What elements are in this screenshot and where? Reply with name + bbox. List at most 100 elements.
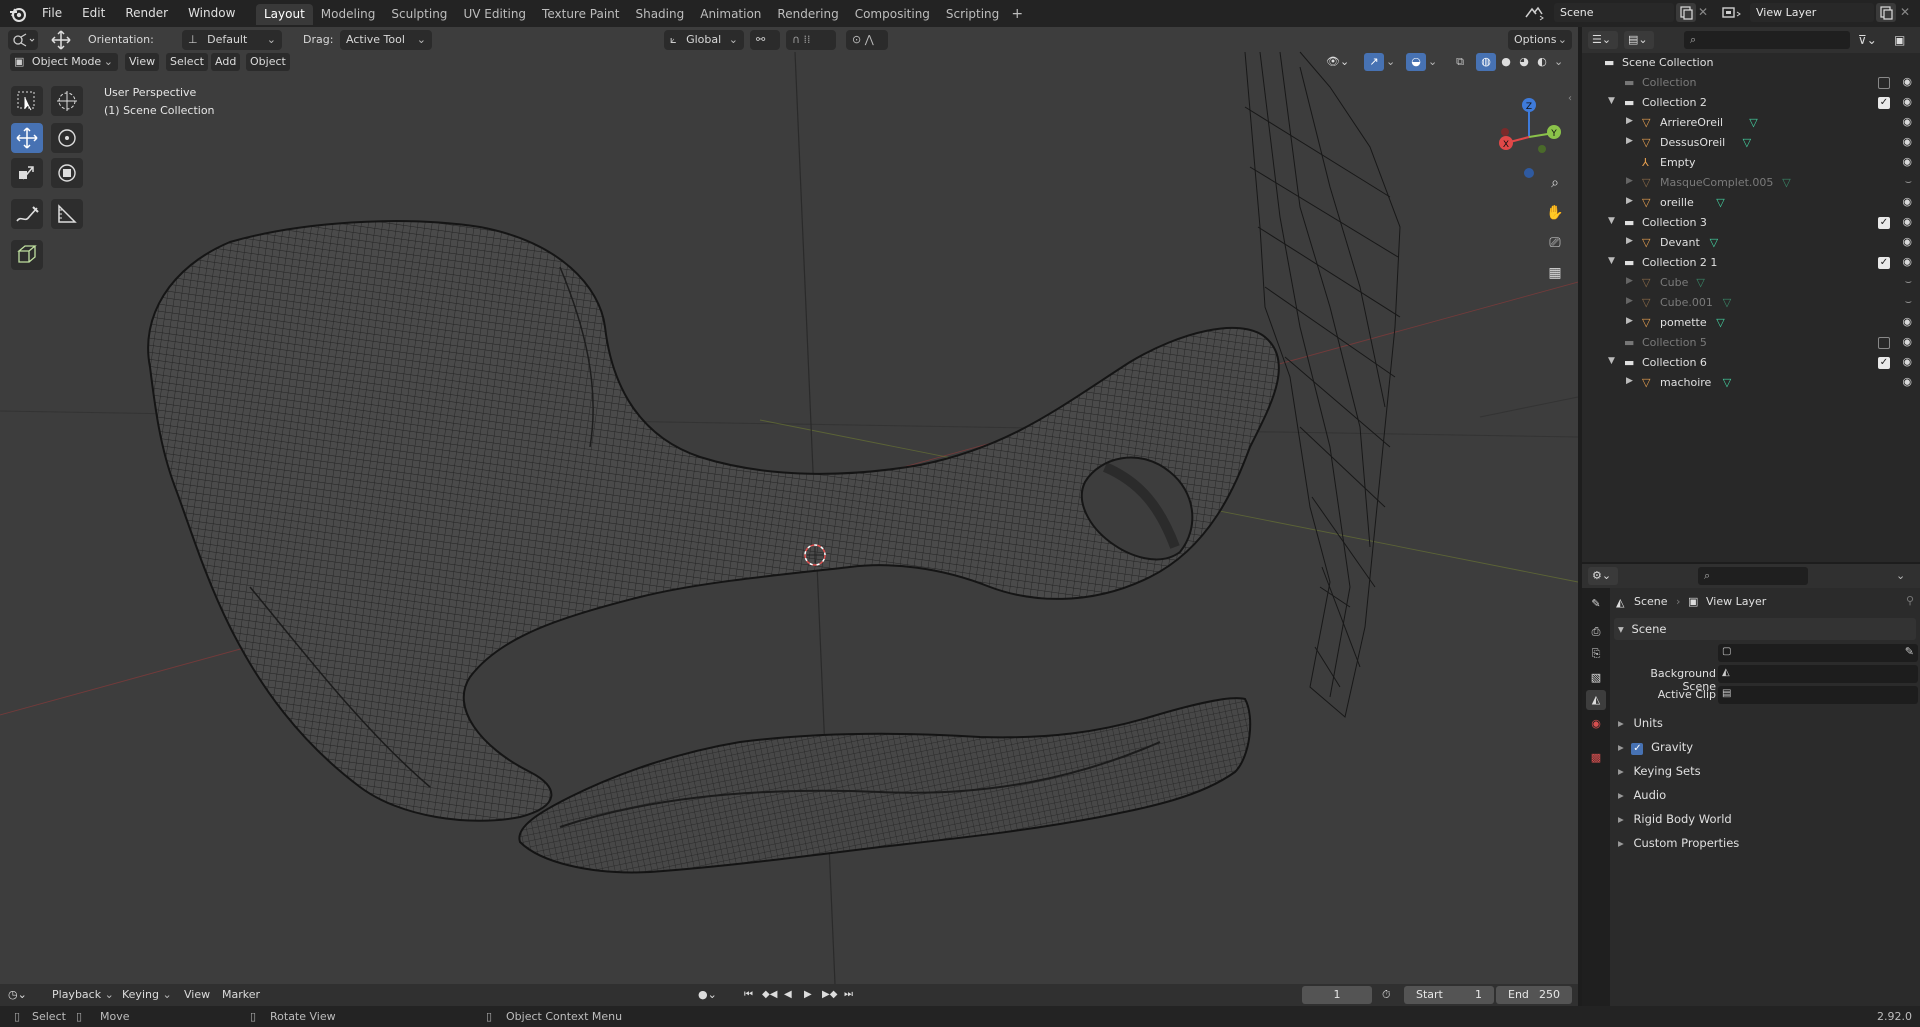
wireframe-shading-button[interactable]: ◍ — [1476, 53, 1496, 71]
view-layer-field[interactable]: View Layer — [1750, 3, 1874, 22]
outliner-row[interactable]: ▶ ▽ pomette ▽ ◉ — [1582, 313, 1920, 333]
playback-menu[interactable]: Playback ⌄ — [52, 984, 114, 1006]
tab-scripting[interactable]: Scripting — [938, 4, 1007, 25]
tab-texture-paint[interactable]: Texture Paint — [534, 4, 627, 25]
perspective-toggle-icon[interactable]: ▦ — [1542, 260, 1568, 286]
close-view-layer-icon[interactable]: ✕ — [1900, 6, 1912, 18]
collapse-arrow-icon[interactable]: ▶ — [1626, 136, 1633, 146]
camera-field[interactable]: ▢ ✎ — [1718, 644, 1918, 662]
options-dropdown[interactable]: Options ⌄ — [1508, 30, 1572, 50]
outliner-row[interactable]: ▼ ▬ Collection 2 1 ✓ ◉ — [1582, 253, 1920, 273]
record-button[interactable]: ●⌄ — [698, 987, 717, 1003]
view-layer-tab-icon[interactable]: ▧ — [1586, 668, 1606, 688]
outliner-row[interactable]: ▶ ▽ Devant ▽ ◉ — [1582, 233, 1920, 253]
new-view-layer-button[interactable] — [1876, 3, 1896, 22]
search-input[interactable]: ⌕ — [1684, 31, 1850, 49]
visibility-toggle-button[interactable]: 👁⌄ — [1326, 53, 1356, 71]
pan-hand-icon[interactable]: ✋ — [1542, 200, 1568, 226]
options-dropdown[interactable]: ⌄ — [1896, 567, 1914, 585]
select-menu[interactable]: Select — [166, 53, 208, 71]
drag-dropdown[interactable]: Active Tool ⌄ — [340, 30, 432, 50]
expand-arrow-icon[interactable]: ▼ — [1608, 256, 1615, 266]
editor-type-button[interactable]: ⚙⌄ — [1588, 567, 1618, 585]
menu-render[interactable]: Render — [115, 0, 178, 27]
gizmo-dropdown[interactable]: ⌄ — [1386, 53, 1398, 71]
tool-settings-tab-icon[interactable]: ✎ — [1586, 594, 1606, 614]
active-clip-field[interactable]: ▤ — [1718, 686, 1918, 704]
collapse-arrow-icon[interactable]: ▶ — [1626, 296, 1633, 306]
view-layer-icon[interactable] — [1720, 5, 1744, 21]
keying-sets-panel-header[interactable]: ▸ Keying Sets — [1614, 760, 1916, 782]
outliner-row[interactable]: ▬ Collection 5 ◉ — [1582, 333, 1920, 353]
view-menu[interactable]: View — [125, 53, 160, 71]
menu-window[interactable]: Window — [178, 0, 245, 27]
eyedropper-icon[interactable]: ✎ — [1905, 645, 1914, 658]
play-reverse-button[interactable]: ◀ — [784, 987, 800, 1003]
eye-icon[interactable]: ◉ — [1902, 135, 1912, 148]
outliner-row[interactable]: ▬ Collection ◉ — [1582, 73, 1920, 93]
use-preview-range-icon[interactable]: ⏱ — [1382, 987, 1398, 1003]
add-workspace-button[interactable]: + — [1007, 4, 1027, 25]
search-input[interactable]: ⌕ — [1698, 567, 1808, 585]
cursor-tool[interactable] — [51, 86, 83, 116]
tab-animation[interactable]: Animation — [692, 4, 769, 25]
add-cube-tool[interactable] — [11, 240, 43, 270]
move-tool[interactable] — [11, 123, 43, 153]
modifier-icon[interactable]: ▽ — [1782, 176, 1790, 189]
modifier-icon[interactable]: ▽ — [1716, 196, 1724, 209]
exclude-checkbox[interactable]: ✓ — [1878, 257, 1890, 269]
eye-icon[interactable]: ◉ — [1902, 155, 1912, 168]
3d-cursor[interactable] — [804, 544, 826, 566]
eye-icon[interactable]: ◉ — [1902, 115, 1912, 128]
filter-icon[interactable]: ⊽⌄ — [1858, 31, 1886, 49]
measure-tool[interactable] — [51, 199, 83, 229]
texture-tab-icon[interactable]: ▩ — [1586, 748, 1606, 768]
tab-sculpting[interactable]: Sculpting — [383, 4, 455, 25]
rendered-shading-button[interactable]: ◐ — [1532, 53, 1552, 71]
tab-modeling[interactable]: Modeling — [313, 4, 384, 25]
exclude-checkbox[interactable] — [1878, 337, 1890, 349]
new-collection-button[interactable]: ▣ — [1894, 31, 1914, 49]
display-mode-button[interactable]: ▤⌄ — [1624, 31, 1654, 49]
eye-icon[interactable]: ◉ — [1902, 375, 1912, 388]
menu-edit[interactable]: Edit — [72, 0, 115, 27]
outliner-row[interactable]: ▶ ▽ Cube.001 ▽ ⌣ — [1582, 293, 1920, 313]
view-menu[interactable]: View — [184, 984, 210, 1006]
editor-type-button[interactable]: ◷⌄ — [8, 986, 38, 1004]
jaw-mesh-lower[interactable] — [518, 697, 1252, 874]
eye-icon[interactable]: ◉ — [1902, 355, 1912, 368]
modifier-icon[interactable]: ▽ — [1749, 116, 1757, 129]
outliner-row[interactable]: ▶ ▽ oreille ▽ ◉ — [1582, 193, 1920, 213]
eye-closed-icon[interactable]: ⌣ — [1905, 275, 1912, 289]
gizmo-toggle-button[interactable]: ↗ — [1364, 53, 1384, 71]
add-menu[interactable]: Add — [211, 53, 241, 71]
annotate-tool[interactable] — [11, 199, 43, 229]
outliner-row[interactable]: ▼ ▬ Collection 3 ✓ ◉ — [1582, 213, 1920, 233]
exclude-checkbox[interactable]: ✓ — [1878, 97, 1890, 109]
modifier-icon[interactable]: ▽ — [1716, 316, 1724, 329]
audio-panel-header[interactable]: ▸ Audio — [1614, 784, 1916, 806]
collapse-arrow-icon[interactable]: ▶ — [1626, 316, 1633, 326]
transform-tool[interactable] — [51, 158, 83, 188]
background-scene-field[interactable]: ◭ — [1718, 665, 1918, 683]
scene-tab-icon[interactable]: ◭ — [1586, 690, 1606, 710]
modifier-icon[interactable]: ▽ — [1723, 296, 1731, 309]
camera-view-icon[interactable]: ⎚ — [1542, 230, 1568, 256]
expand-arrow-icon[interactable]: ▼ — [1608, 96, 1615, 106]
eye-icon[interactable]: ◉ — [1902, 195, 1912, 208]
sidebar-toggle-icon[interactable]: ‹ — [1568, 93, 1572, 104]
eye-icon[interactable]: ◉ — [1902, 315, 1912, 328]
gravity-checkbox[interactable]: ✓ — [1631, 743, 1644, 755]
rotate-tool[interactable] — [51, 123, 83, 153]
play-button[interactable]: ▶ — [804, 987, 820, 1003]
zoom-icon[interactable]: ⌕ — [1542, 170, 1568, 196]
marker-menu[interactable]: Marker — [222, 984, 260, 1006]
expand-arrow-icon[interactable]: ▼ — [1608, 356, 1615, 366]
overlay-dropdown[interactable]: ⌄ — [1428, 53, 1440, 71]
jump-keyframe-forward-button[interactable]: ▶◆ — [822, 987, 840, 1003]
jump-end-button[interactable]: ⏭ — [844, 987, 860, 1003]
end-frame-field[interactable]: End 250 — [1496, 986, 1572, 1004]
exclude-checkbox[interactable]: ✓ — [1878, 357, 1890, 369]
keying-menu[interactable]: Keying ⌄ — [122, 984, 172, 1006]
tab-compositing[interactable]: Compositing — [847, 4, 938, 25]
